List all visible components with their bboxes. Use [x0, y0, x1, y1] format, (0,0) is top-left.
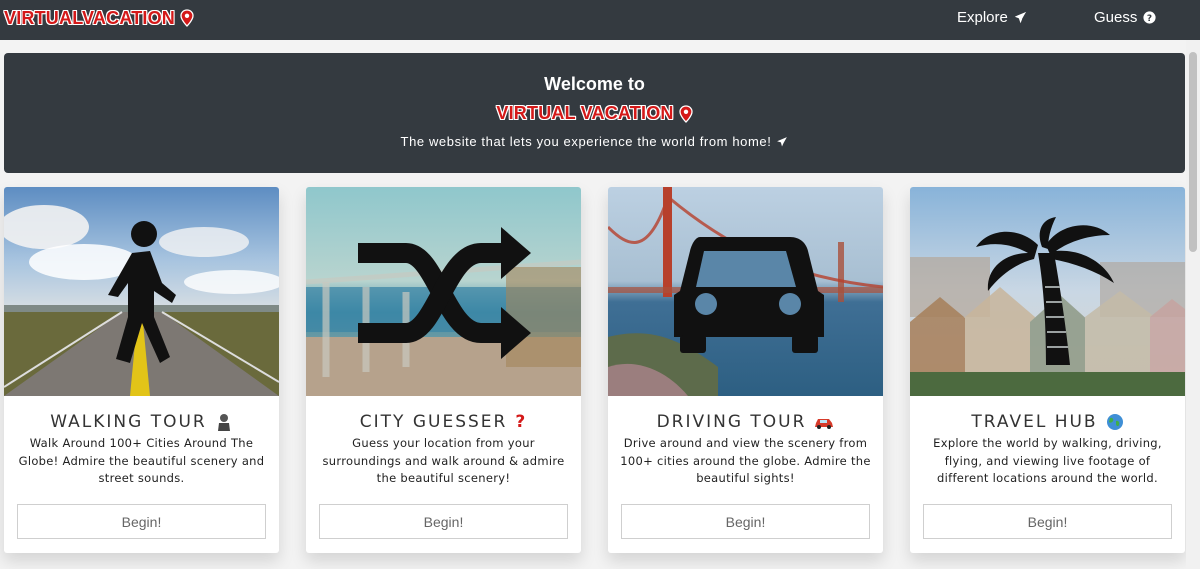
navbar: VIRTUALVACATION Explore Guess ?	[0, 0, 1200, 40]
road-landscape-image	[4, 187, 279, 396]
vertical-scrollbar[interactable]	[1186, 40, 1200, 569]
card-title-text: DRIVING TOUR	[656, 412, 807, 432]
brand-name: VIRTUALVACATION	[4, 7, 175, 28]
hero-brand: VIRTUAL VACATION	[4, 103, 1185, 124]
card-image	[608, 187, 883, 396]
hero-banner: Welcome to VIRTUAL VACATION The website …	[4, 53, 1185, 173]
begin-button[interactable]: Begin!	[319, 504, 568, 539]
boardwalk-image	[306, 187, 581, 396]
hero-brand-name: VIRTUAL VACATION	[496, 103, 674, 123]
plane-icon	[1014, 11, 1027, 24]
card-city-guesser: CITY GUESSER ? Guess your location from …	[306, 187, 581, 553]
card-title-text: TRAVEL HUB	[971, 412, 1098, 432]
begin-button[interactable]: Begin!	[923, 504, 1172, 539]
card-title: DRIVING TOUR	[608, 412, 883, 432]
plane-icon	[777, 136, 788, 146]
card-driving-tour: DRIVING TOUR Drive around and view the s…	[608, 187, 883, 553]
question-mark-emoji-icon: ?	[515, 412, 528, 432]
card-description: Drive around and view the scenery from 1…	[620, 436, 871, 485]
nav-explore-label: Explore	[957, 9, 1008, 26]
card-title-text: CITY GUESSER	[359, 412, 508, 432]
card-title: CITY GUESSER ?	[306, 412, 581, 432]
card-image	[910, 187, 1185, 396]
card-walking-tour: WALKING TOUR Walk Around 100+ Cities Aro…	[4, 187, 279, 553]
nav-guess-label: Guess	[1094, 9, 1138, 26]
houses-image	[910, 187, 1185, 396]
brand-logo[interactable]: VIRTUALVACATION	[4, 6, 194, 30]
scrollbar-thumb[interactable]	[1189, 52, 1197, 252]
bridge-image	[608, 187, 883, 396]
hero-welcome-text: Welcome to	[544, 74, 645, 94]
card-title: WALKING TOUR	[4, 412, 279, 432]
globe-emoji-icon	[1106, 414, 1123, 430]
card-image	[306, 187, 581, 396]
hero-subtitle-text: The website that lets you experience the…	[400, 134, 772, 149]
question-circle-icon: ?	[1143, 11, 1156, 24]
card-description: Walk Around 100+ Cities Around The Globe…	[18, 436, 265, 485]
card-travel-hub: TRAVEL HUB Explore the world by walking,…	[910, 187, 1185, 553]
map-pin-icon	[180, 9, 194, 27]
card-description: Guess your location from your surroundin…	[322, 436, 565, 485]
begin-button[interactable]: Begin!	[17, 504, 266, 539]
begin-button[interactable]: Begin!	[621, 504, 870, 539]
card-title-text: WALKING TOUR	[50, 412, 207, 432]
car-emoji-icon	[815, 419, 834, 429]
card-title: TRAVEL HUB	[910, 412, 1185, 432]
walking-person-emoji-icon	[217, 414, 230, 431]
card-description: Explore the world by walking, driving, f…	[933, 436, 1162, 485]
map-pin-icon	[678, 104, 693, 123]
svg-text:?: ?	[1147, 14, 1152, 24]
nav-explore-link[interactable]: Explore	[957, 9, 1027, 26]
hero-subtitle: The website that lets you experience the…	[4, 134, 1185, 149]
card-image	[4, 187, 279, 396]
nav-guess-link[interactable]: Guess ?	[1094, 9, 1156, 26]
